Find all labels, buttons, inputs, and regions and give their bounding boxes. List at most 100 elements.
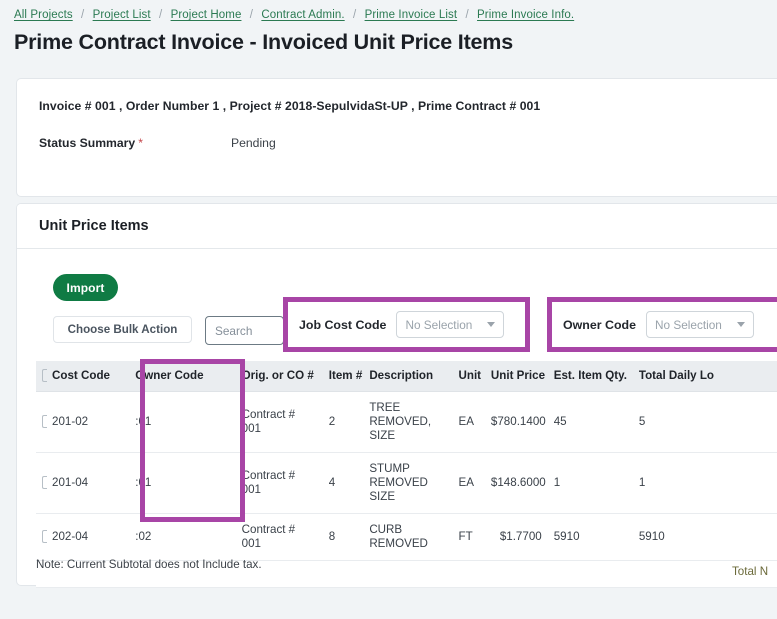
unit-price-items-table-wrapper[interactable]: Cost Code Owner Code Orig. or CO # Item …: [36, 361, 777, 588]
column-header-cost-code-label: Cost Code: [52, 369, 110, 383]
row-select-checkbox-icon[interactable]: [42, 529, 47, 543]
cell-empty: [632, 560, 745, 588]
invoice-summary-card: Invoice # 001 , Order Number 1 , Project…: [16, 78, 777, 197]
owner-code-filter-highlight: Owner Code No Selection: [547, 297, 777, 352]
invoice-summary-line: Invoice # 001 , Order Number 1 , Project…: [39, 99, 541, 113]
cell-empty: [363, 560, 453, 588]
cell-cost-code: 201-04: [36, 452, 130, 514]
owner-code-dropdown[interactable]: No Selection: [645, 311, 754, 338]
job-cost-code-filter-highlight: Job Cost Code No Selection: [283, 297, 530, 352]
column-header-total-daily[interactable]: Total Daily Lo: [632, 361, 745, 392]
import-button[interactable]: Import: [53, 274, 118, 301]
cell-owner-code: :01: [129, 391, 236, 453]
cell-orig-or-co: Contract # 001: [235, 513, 323, 561]
cell-description-value: CURB REMOVED: [369, 522, 428, 550]
column-header-cost-code[interactable]: Cost Code: [36, 361, 130, 392]
cell-orig-or-co: Contract # 001: [235, 452, 323, 514]
cell-est-item-qty: 1: [547, 452, 633, 514]
job-cost-code-value: No Selection: [405, 317, 473, 332]
cell-total-daily: 1: [632, 452, 745, 514]
cell-unit-price: $780.1400: [484, 391, 548, 453]
cell-empty: [322, 560, 364, 588]
cell-description-value: TREE REMOVED, SIZE: [369, 400, 432, 442]
table-header-row: Cost Code Owner Code Orig. or CO # Item …: [36, 361, 777, 392]
cell-unit: EA: [452, 452, 485, 514]
subtotal-note: Note: Current Subtotal does not Include …: [36, 558, 262, 571]
cell-empty: [484, 560, 548, 588]
breadcrumb-item-prime-invoice-info[interactable]: Prime Invoice Info.: [477, 9, 574, 21]
cell-empty: [547, 560, 633, 588]
breadcrumb-separator: /: [465, 9, 469, 21]
chevron-down-icon: [487, 322, 496, 327]
cell-empty: [452, 560, 485, 588]
cell-total-daily: 5910: [632, 513, 745, 561]
breadcrumb-item-prime-invoice-list[interactable]: Prime Invoice List: [365, 9, 458, 21]
cell-unit-price: $1.7700: [484, 513, 548, 561]
status-summary-text: Status Summary: [39, 136, 136, 150]
owner-code-label: Owner Code: [563, 317, 636, 332]
cell-item-no: 2: [322, 391, 364, 453]
card-header: Unit Price Items: [17, 204, 232, 249]
page-title: Prime Contract Invoice - Invoiced Unit P…: [14, 30, 513, 54]
row-select-checkbox-icon[interactable]: [42, 414, 47, 428]
breadcrumb-item-all-projects[interactable]: All Projects: [14, 9, 73, 21]
column-header-est-item-qty[interactable]: Est. Item Qty.: [547, 361, 633, 392]
cell-cost-code: 202-04: [36, 513, 130, 561]
search-input[interactable]: [205, 316, 284, 345]
column-header-description[interactable]: Description: [363, 361, 453, 392]
cell-cost-code: 201-02: [36, 391, 130, 453]
cell-est-item-qty: 5910: [547, 513, 633, 561]
breadcrumb-separator: /: [249, 9, 254, 21]
cell-unit: EA: [452, 391, 485, 453]
status-summary-value: Pending: [231, 136, 276, 150]
cell-unit-price: $148.6000: [484, 452, 548, 514]
cell-description: CURB REMOVED: [363, 513, 453, 561]
cell-unit: FT: [452, 513, 485, 561]
column-header-overflow: [744, 361, 777, 392]
select-all-checkbox-icon[interactable]: [42, 369, 47, 383]
table-row[interactable]: 201-02 :01 Contract # 001 2 TREE REMOVED…: [36, 391, 777, 453]
column-header-orig-or-co[interactable]: Orig. or CO #: [235, 361, 323, 392]
choose-bulk-action-button[interactable]: Choose Bulk Action: [53, 316, 192, 343]
cell-cost-code-value: 201-02: [52, 414, 89, 428]
cell-overflow: [744, 452, 777, 514]
table-row[interactable]: 202-04 :02 Contract # 001 8 CURB REMOVED…: [36, 513, 777, 561]
cell-est-item-qty: 45: [547, 391, 633, 453]
breadcrumb-item-contract-admin[interactable]: Contract Admin.: [261, 9, 344, 21]
chevron-down-icon: [736, 322, 745, 327]
column-header-item-no[interactable]: Item #: [322, 361, 364, 392]
cell-description-value: STUMP REMOVED SIZE: [369, 461, 428, 503]
app-viewport: All Projects / Project List / Project Ho…: [0, 0, 777, 619]
breadcrumb-item-project-home[interactable]: Project Home: [171, 9, 242, 21]
cell-cost-code-value: 201-04: [52, 475, 89, 489]
card-header-divider: [232, 248, 777, 249]
cell-owner-code: :01: [129, 452, 236, 514]
breadcrumb-separator: /: [81, 9, 85, 21]
cell-overflow: [744, 391, 777, 453]
total-label: Total N: [732, 565, 769, 578]
row-select-checkbox-icon[interactable]: [42, 475, 47, 489]
unit-price-items-table: Cost Code Owner Code Orig. or CO # Item …: [36, 361, 777, 588]
breadcrumb-item-project-list[interactable]: Project List: [93, 9, 151, 21]
cell-item-no: 4: [322, 452, 364, 514]
cell-total-daily: 5: [632, 391, 745, 453]
table-row[interactable]: 201-04 :01 Contract # 001 4 STUMP REMOVE…: [36, 452, 777, 514]
job-cost-code-label: Job Cost Code: [299, 317, 387, 332]
job-cost-code-dropdown[interactable]: No Selection: [396, 311, 505, 338]
cell-item-no: 8: [322, 513, 364, 561]
cell-orig-or-co: Contract # 001: [235, 391, 323, 453]
cell-description: STUMP REMOVED SIZE: [363, 452, 453, 514]
cell-cost-code-value: 202-04: [52, 529, 89, 543]
breadcrumb-separator: /: [159, 9, 163, 21]
owner-code-value: No Selection: [654, 317, 722, 332]
cell-owner-code: :02: [129, 513, 236, 561]
column-header-unit-price[interactable]: Unit Price: [484, 361, 548, 392]
cell-overflow: [744, 513, 777, 561]
required-marker-icon: *: [138, 136, 143, 150]
breadcrumb-separator: /: [352, 9, 357, 21]
card-title: Unit Price Items: [39, 218, 149, 234]
column-header-owner-code[interactable]: Owner Code: [129, 361, 236, 392]
breadcrumb: All Projects / Project List / Project Ho…: [14, 8, 574, 23]
cell-description: TREE REMOVED, SIZE: [363, 391, 453, 453]
column-header-unit[interactable]: Unit: [452, 361, 485, 392]
